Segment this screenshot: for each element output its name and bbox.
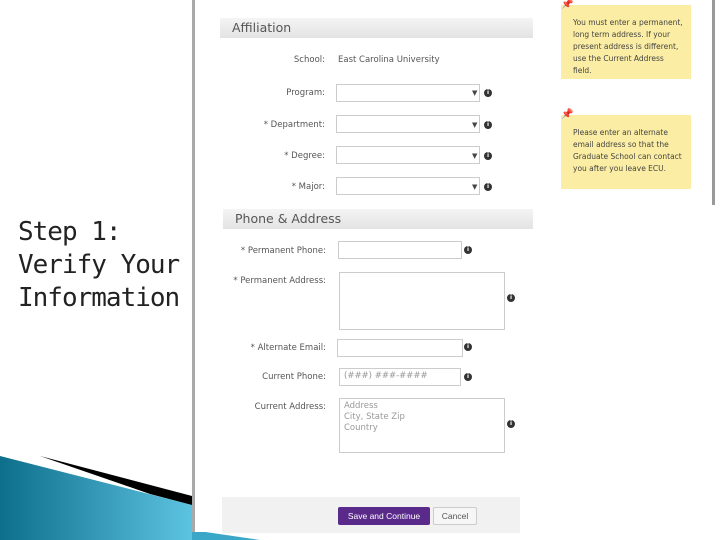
info-icon[interactable]: i [507,294,515,302]
note-permanent-address: 📌 You must enter a permanent, long term … [561,0,691,79]
current-address-textarea[interactable]: Address City, State Zip Country [339,398,505,453]
program-label: Program: [286,88,325,98]
alternate-email-input[interactable] [337,339,463,357]
current-address-label: Current Address: [254,402,326,412]
current-phone-input[interactable]: (###) ###-#### [339,368,461,386]
chevron-down-icon[interactable]: ▼ [472,183,477,191]
info-icon[interactable]: i [464,246,472,254]
alternate-email-label: * Alternate Email: [250,343,326,353]
save-and-continue-button[interactable]: Save and Continue [338,507,430,525]
department-label: * Department: [263,120,325,130]
info-icon[interactable]: i [484,121,492,129]
degree-select[interactable] [336,146,480,164]
chevron-down-icon[interactable]: ▼ [472,152,477,160]
pushpin-icon: 📌 [561,0,574,10]
cancel-button[interactable]: Cancel [433,507,477,525]
slide-title: Step 1: Verify Your Information [18,217,180,313]
info-icon[interactable]: i [484,89,492,97]
affiliation-heading: Affiliation [220,18,533,38]
permanent-address-textarea[interactable] [339,272,505,330]
info-icon[interactable]: i [464,373,472,381]
permanent-address-label: * Permanent Address: [233,276,326,286]
degree-label: * Degree: [284,151,325,161]
department-select[interactable] [336,115,480,133]
program-select[interactable] [336,84,480,102]
info-icon[interactable]: i [464,343,472,351]
pushpin-icon: 📌 [561,109,574,120]
permanent-phone-label: * Permanent Phone: [240,246,326,256]
info-icon[interactable]: i [484,152,492,160]
major-select[interactable] [336,177,480,195]
phone-address-heading: Phone & Address [223,209,533,229]
school-label: School: [293,55,325,65]
current-phone-label: Current Phone: [262,372,326,382]
info-icon[interactable]: i [484,183,492,191]
school-value: East Carolina University [338,55,440,65]
permanent-phone-input[interactable] [338,241,462,259]
note-alternate-email: 📌 Please enter an alternate email addres… [561,109,691,189]
chevron-down-icon[interactable]: ▼ [472,121,477,129]
chevron-down-icon[interactable]: ▼ [472,89,477,97]
major-label: * Major: [291,182,325,192]
divider [712,0,715,205]
info-icon[interactable]: i [507,420,515,428]
